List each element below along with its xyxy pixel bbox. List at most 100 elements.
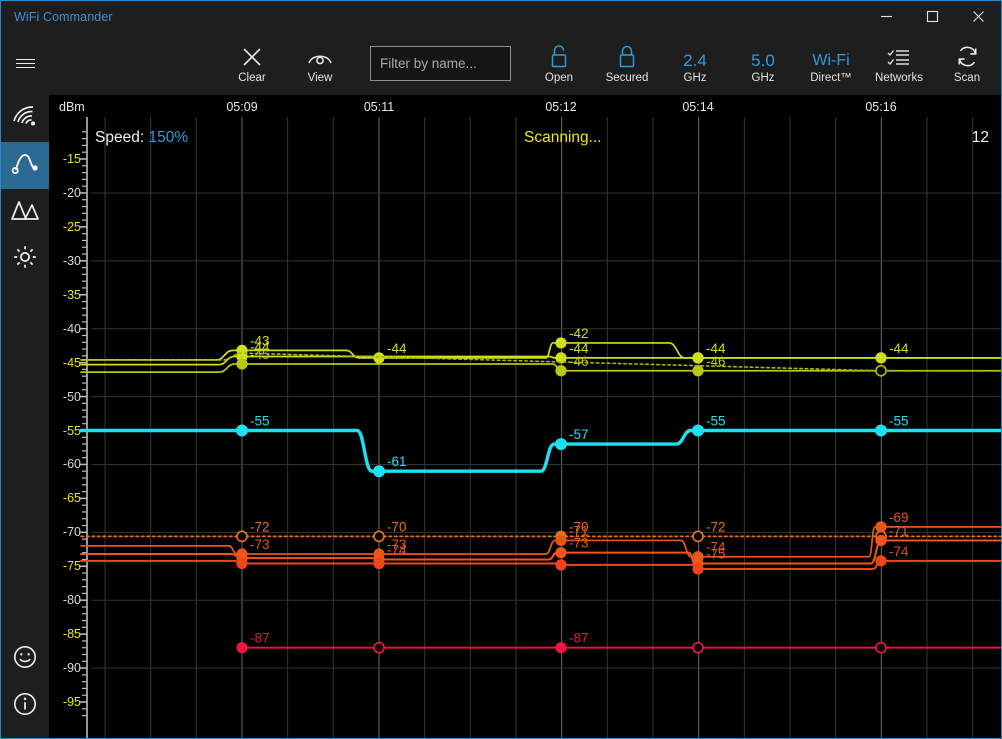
eye-icon	[307, 43, 333, 69]
data-point-label: -72	[250, 519, 270, 534]
data-point-label: -55	[250, 414, 270, 429]
data-point-inactive[interactable]	[374, 643, 384, 653]
clear-label: Clear	[238, 72, 265, 85]
sidebar	[1, 95, 49, 738]
data-point-label: -42	[569, 326, 589, 341]
data-point[interactable]	[373, 352, 384, 363]
view-button[interactable]: View	[286, 32, 354, 95]
view-label: View	[308, 72, 333, 85]
data-point-inactive[interactable]	[693, 643, 703, 653]
band-24-icon: 2.4	[683, 43, 707, 69]
data-point[interactable]	[875, 521, 886, 532]
locked-padlock-icon	[617, 43, 637, 69]
sidebar-bottom	[1, 636, 49, 730]
time-graph-icon	[11, 150, 39, 181]
unlocked-padlock-icon	[549, 43, 569, 69]
data-point[interactable]	[692, 365, 703, 376]
data-point[interactable]	[875, 535, 886, 546]
band-24ghz-button[interactable]: 2.4 GHz	[661, 32, 729, 95]
data-point[interactable]	[236, 558, 247, 569]
data-point-label: -61	[387, 454, 407, 469]
band-24-text: 2.4	[683, 52, 707, 69]
networks-label: Networks	[875, 72, 923, 85]
wifi-direct-label: Direct™	[810, 72, 852, 84]
series-line-orange-4	[81, 561, 1001, 569]
smiley-icon	[12, 644, 38, 675]
data-point[interactable]	[373, 465, 385, 477]
data-point-label: -73	[250, 537, 270, 552]
data-point[interactable]	[236, 358, 247, 369]
gear-icon	[12, 244, 38, 275]
channel-graph-icon	[10, 198, 40, 227]
data-point-label: -74	[889, 544, 909, 559]
chart-area[interactable]: dBm 05:0905:1105:1205:1405:16 -15-20-25-…	[49, 95, 1001, 738]
signal-plot[interactable]: -43-44-42-44-44-44-44-45-46-46-55-61-57-…	[49, 95, 1001, 738]
data-point[interactable]	[236, 642, 247, 653]
band-24-label: GHz	[684, 72, 707, 85]
data-point[interactable]	[555, 365, 566, 376]
sidebar-item-about[interactable]	[1, 683, 49, 730]
wifi-direct-text: Wi-Fi	[812, 52, 849, 69]
data-point-label: -55	[706, 414, 726, 429]
sidebar-item-channels[interactable]	[1, 189, 49, 236]
close-button[interactable]	[955, 1, 1001, 32]
data-point[interactable]	[692, 563, 703, 574]
data-point-label: -87	[250, 631, 270, 646]
open-label: Open	[545, 72, 573, 85]
hamburger-icon[interactable]	[1, 32, 49, 95]
band-50-icon: 5.0	[751, 43, 775, 69]
data-point-inactive[interactable]	[693, 531, 703, 541]
data-point-label: -55	[889, 414, 909, 429]
data-point-inactive[interactable]	[237, 531, 247, 541]
data-point-inactive[interactable]	[876, 643, 886, 653]
data-point-label: -57	[569, 427, 589, 442]
sidebar-item-signal[interactable]	[1, 95, 49, 142]
data-point-label: -70	[387, 519, 407, 534]
data-point[interactable]	[373, 558, 384, 569]
refresh-icon	[955, 43, 980, 69]
secured-filter-button[interactable]: Secured	[593, 32, 661, 95]
data-point-label: -44	[889, 341, 909, 356]
data-point[interactable]	[555, 642, 566, 653]
band-5ghz-button[interactable]: 5.0 GHz	[729, 32, 797, 95]
title-bar: WiFi Commander	[1, 1, 1001, 32]
data-point-inactive[interactable]	[876, 366, 886, 376]
data-point[interactable]	[555, 438, 567, 450]
toolbar: Clear View Open Secured 2.4	[1, 32, 1001, 95]
data-point-label: -74	[387, 542, 407, 557]
secured-label: Secured	[606, 72, 649, 85]
window-controls	[863, 1, 1001, 32]
data-point-inactive[interactable]	[374, 531, 384, 541]
info-icon	[12, 691, 38, 722]
data-point-label: -46	[569, 354, 589, 369]
data-point[interactable]	[555, 337, 566, 348]
sidebar-item-settings[interactable]	[1, 236, 49, 283]
data-point-label: -87	[569, 631, 589, 646]
data-point[interactable]	[555, 559, 566, 570]
data-point[interactable]	[236, 425, 248, 437]
data-point[interactable]	[875, 425, 887, 437]
search-input[interactable]	[371, 56, 510, 71]
clear-button[interactable]: Clear	[218, 32, 286, 95]
data-point[interactable]	[692, 352, 703, 363]
sidebar-item-feedback[interactable]	[1, 636, 49, 683]
networks-button[interactable]: Networks	[865, 32, 933, 95]
open-filter-button[interactable]: Open	[525, 32, 593, 95]
maximize-button[interactable]	[909, 1, 955, 32]
checklist-icon	[887, 43, 911, 69]
wifi-signal-icon	[11, 104, 39, 133]
wifi-direct-button[interactable]: Wi-Fi Direct™	[797, 32, 865, 95]
speed-indicator: Speed: 150%	[95, 129, 188, 147]
data-point[interactable]	[555, 547, 566, 558]
wifi-direct-icon: Wi-Fi	[812, 43, 849, 69]
data-point[interactable]	[875, 555, 886, 566]
sidebar-item-timegraph[interactable]	[1, 142, 49, 189]
filter-input-box[interactable]	[370, 46, 511, 81]
app-body: dBm 05:0905:1105:1205:1405:16 -15-20-25-…	[1, 95, 1001, 738]
data-point-label: -72	[706, 519, 726, 534]
minimize-button[interactable]	[863, 1, 909, 32]
data-point[interactable]	[555, 535, 566, 546]
data-point[interactable]	[692, 425, 704, 437]
band-50-text: 5.0	[751, 52, 775, 69]
scan-button[interactable]: Scan	[933, 32, 1001, 95]
